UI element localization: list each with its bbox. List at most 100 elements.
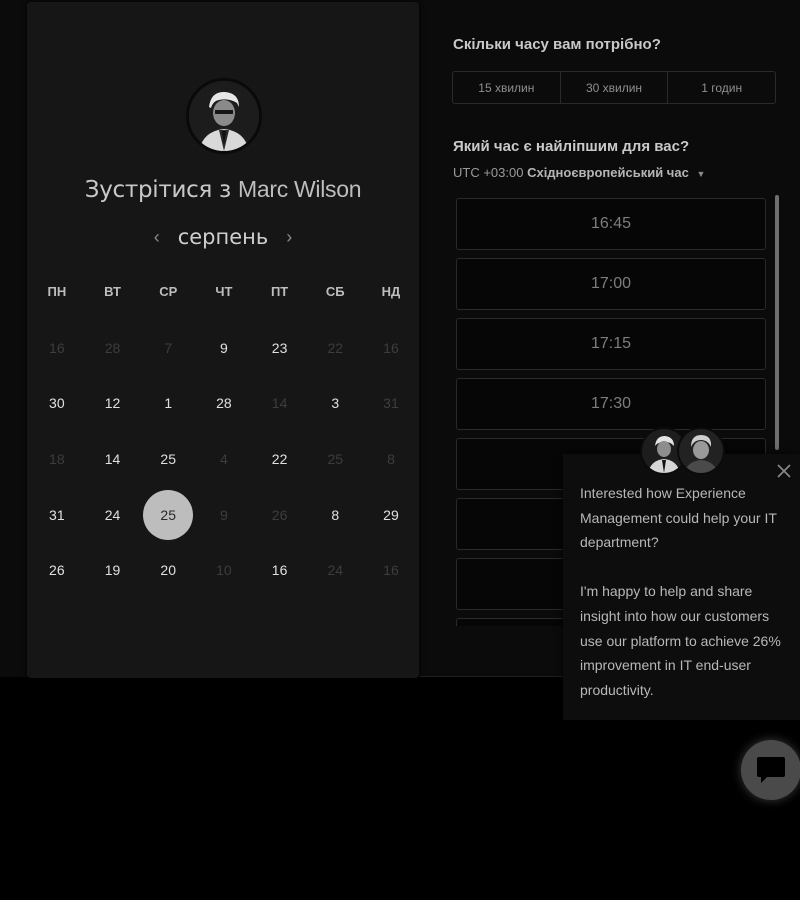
chat-paragraph: Interested how Experience Management cou… <box>580 485 777 551</box>
calendar-day-label: 8 <box>331 506 340 523</box>
timezone-name: Східноєвропейський час <box>527 165 689 180</box>
time-slot[interactable]: 17:00 <box>456 258 766 310</box>
calendar-day[interactable]: 16 <box>252 542 308 598</box>
chat-paragraph: I'm happy to help and share insight into… <box>580 583 781 698</box>
calendar-day-label: 1 <box>164 395 173 412</box>
calendar-day[interactable]: 22 <box>252 431 308 487</box>
calendar-days-grid: 16 28 7 9 23 22 16 30 12 1 28 14 3 31 18 14 25 4 22 25 8 31 24… <box>29 320 419 598</box>
weekday-sat: СБ <box>325 284 345 299</box>
time-slot[interactable]: 17:30 <box>456 378 766 430</box>
calendar-day[interactable]: 3 <box>307 376 363 432</box>
calendar-day: 18 <box>29 431 85 487</box>
calendar-day[interactable]: 20 <box>140 542 196 598</box>
calendar-day-label: 20 <box>160 562 176 579</box>
calendar-day: 22 <box>307 320 363 376</box>
calendar-day: 16 <box>363 542 419 598</box>
calendar-day-label: 14 <box>271 395 288 412</box>
calendar-day-label: 24 <box>327 562 344 579</box>
calendar-day-label: 12 <box>104 395 121 412</box>
chat-message: Interested how Experience Management cou… <box>580 481 790 702</box>
time-slot[interactable]: 17:15 <box>456 318 766 370</box>
calendar-day[interactable]: 24 <box>85 487 141 543</box>
calendar-day-label: 8 <box>387 450 395 467</box>
chat-bubble-icon <box>757 757 785 783</box>
calendar-day[interactable]: 19 <box>85 542 141 598</box>
calendar-day[interactable]: 30 <box>29 376 85 432</box>
duration-15-button[interactable]: 15 хвилин <box>453 72 561 103</box>
chat-launcher-button[interactable] <box>741 740 800 800</box>
calendar-day-label: 25 <box>143 489 194 540</box>
calendar-day: 7 <box>140 320 196 376</box>
time-slot-scrollbar[interactable] <box>775 195 779 450</box>
calendar-day-label: 10 <box>216 562 232 579</box>
calendar-day: 31 <box>363 376 419 432</box>
caret-down-icon: ▼ <box>696 169 706 179</box>
calendar-day-label: 16 <box>383 562 399 579</box>
time-slot[interactable]: 16:45 <box>456 198 766 250</box>
calendar-day: 26 <box>252 487 308 543</box>
weekday-fri: ПТ <box>270 284 289 299</box>
calendar-day: 8 <box>363 431 419 487</box>
calendar-day: 14 <box>252 376 308 432</box>
calendar-day[interactable]: 31 <box>29 487 85 543</box>
calendar-day-label: 28 <box>216 395 232 412</box>
weekday-thu: ЧТ <box>215 284 233 299</box>
calendar-day-label: 19 <box>104 562 121 579</box>
host-avatar <box>186 78 262 154</box>
calendar-day-label: 24 <box>104 506 121 523</box>
calendar-day-label: 31 <box>383 395 399 412</box>
calendar-day-label: 29 <box>383 506 399 523</box>
calendar-day[interactable]: 29 <box>363 487 419 543</box>
calendar-day-label: 7 <box>164 339 173 356</box>
host-name: Marc Wilson <box>237 176 362 202</box>
scheduler-page: Зустрітися з Marc Wilson ‹ серпень › ПН … <box>0 0 800 900</box>
weekday-tue: ВТ <box>104 284 121 299</box>
weekday-header: ПН ВТ СР ЧТ ПТ СБ НД <box>29 284 419 299</box>
next-month-chevron-icon[interactable]: › <box>284 228 294 246</box>
duration-30-button[interactable]: 30 хвилин <box>561 72 669 103</box>
close-icon[interactable] <box>773 460 795 482</box>
calendar-day: 9 <box>196 487 252 543</box>
calendar-day-label: 16 <box>383 339 399 356</box>
calendar-day-label: 16 <box>49 339 65 356</box>
calendar-day-label: 9 <box>220 506 228 523</box>
agent-avatar <box>677 427 725 475</box>
calendar-day[interactable]: 25 <box>140 431 196 487</box>
prev-month-chevron-icon[interactable]: ‹ <box>152 228 162 246</box>
calendar-day: 25 <box>307 431 363 487</box>
calendar-day-label: 22 <box>271 450 288 467</box>
duration-question: Скільки часу вам потрібно? <box>453 36 661 53</box>
weekday-wed: СР <box>159 284 178 299</box>
meeting-title: Зустрітися з Marc Wilson <box>27 176 419 203</box>
calendar-day[interactable]: 14 <box>85 431 141 487</box>
timezone-select[interactable]: UTC +03:00 Східноєвропейський час ▼ <box>453 165 705 180</box>
calendar-day-label: 14 <box>104 450 121 467</box>
calendar-day-label: 30 <box>49 395 65 412</box>
calendar-day[interactable]: 8 <box>307 487 363 543</box>
calendar-day-selected[interactable]: 25 <box>140 487 196 543</box>
calendar-day-label: 9 <box>220 339 228 356</box>
calendar-day: 24 <box>307 542 363 598</box>
weekday-sun: НД <box>381 284 401 299</box>
duration-60-button[interactable]: 1 годин <box>668 72 775 103</box>
time-question: Який час є найліпшим для вас? <box>453 138 690 155</box>
calendar-day[interactable]: 12 <box>85 376 141 432</box>
calendar-day: 16 <box>29 320 85 376</box>
calendar-day-label: 3 <box>331 395 340 412</box>
calendar-day-label: 22 <box>327 339 344 356</box>
calendar-day-label: 26 <box>271 506 288 523</box>
calendar-day-label: 18 <box>49 450 65 467</box>
calendar-day-label: 25 <box>160 450 176 467</box>
calendar-day[interactable]: 1 <box>140 376 196 432</box>
calendar-day-label: 25 <box>327 450 344 467</box>
calendar-day-label: 16 <box>271 562 288 579</box>
calendar-day-label: 31 <box>49 506 65 523</box>
month-label: серпень <box>177 225 269 249</box>
calendar-day: 28 <box>85 320 141 376</box>
calendar-day[interactable]: 26 <box>29 542 85 598</box>
calendar-day[interactable]: 23 <box>252 320 308 376</box>
month-navigation: ‹ серпень › <box>27 224 419 250</box>
calendar-day: 16 <box>363 320 419 376</box>
calendar-day[interactable]: 28 <box>196 376 252 432</box>
calendar-day[interactable]: 9 <box>196 320 252 376</box>
